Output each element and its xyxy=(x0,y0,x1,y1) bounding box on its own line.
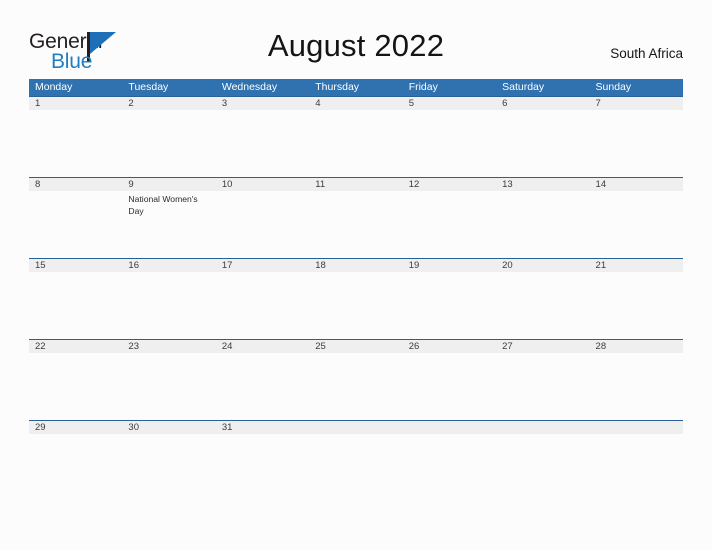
day-content-row xyxy=(29,353,683,420)
weekday-header-thursday: Thursday xyxy=(315,81,360,93)
day-cell[interactable] xyxy=(309,434,402,501)
day-cell[interactable] xyxy=(496,353,589,420)
day-number[interactable]: 26 xyxy=(403,340,496,353)
day-number[interactable]: 20 xyxy=(496,259,589,272)
day-number[interactable]: 30 xyxy=(122,421,215,434)
day-number-row: 22 23 24 25 26 27 28 xyxy=(29,340,683,353)
day-cell[interactable] xyxy=(496,110,589,177)
day-number[interactable]: 16 xyxy=(122,259,215,272)
day-number-row: 8 9 10 11 12 13 14 xyxy=(29,178,683,191)
day-number[interactable]: 19 xyxy=(403,259,496,272)
weekday-header-sunday: Sunday xyxy=(595,81,632,93)
calendar-week-row: 1234567 xyxy=(29,96,683,177)
day-cell[interactable] xyxy=(309,110,402,177)
day-cell[interactable] xyxy=(216,434,309,501)
day-number[interactable]: 22 xyxy=(29,340,122,353)
day-number[interactable]: 8 xyxy=(29,178,122,191)
country-label: South Africa xyxy=(610,46,683,61)
day-number[interactable]: 10 xyxy=(216,178,309,191)
day-cell[interactable] xyxy=(216,353,309,420)
day-number[interactable]: 9 xyxy=(122,178,215,191)
day-cell[interactable] xyxy=(496,434,589,501)
day-cell[interactable] xyxy=(29,191,122,258)
day-cell[interactable] xyxy=(403,272,496,339)
day-number-empty xyxy=(309,421,402,434)
weekday-header-row: Monday Tuesday Wednesday Thursday Friday Satu… xyxy=(29,79,683,96)
day-cell[interactable] xyxy=(122,353,215,420)
weekday-header-tuesday: Tuesday xyxy=(128,81,169,93)
day-number[interactable]: 25 xyxy=(309,340,402,353)
day-number[interactable]: 28 xyxy=(590,340,683,353)
day-number[interactable]: 5 xyxy=(403,97,496,110)
day-cell[interactable] xyxy=(309,353,402,420)
day-number-row: 29 30 31 xyxy=(29,421,683,434)
calendar-week-row: 22 23 24 25 26 27 28 xyxy=(29,339,683,420)
day-content-row xyxy=(29,434,683,501)
weekday-header-monday: Monday xyxy=(35,81,73,93)
day-number[interactable]: 2 xyxy=(122,97,215,110)
day-cell[interactable] xyxy=(496,272,589,339)
day-content-row xyxy=(29,110,683,177)
day-cell[interactable] xyxy=(590,272,683,339)
day-cell[interactable]: National Women's Day xyxy=(122,191,215,258)
day-cell[interactable] xyxy=(309,272,402,339)
weekday-header-friday: Friday xyxy=(408,81,438,93)
day-number-row: 1234567 xyxy=(29,97,683,110)
day-cell[interactable] xyxy=(122,434,215,501)
page-title: August 2022 xyxy=(267,28,445,63)
day-cell[interactable] xyxy=(216,272,309,339)
day-number-empty xyxy=(590,421,683,434)
day-cell[interactable] xyxy=(403,434,496,501)
day-number[interactable]: 12 xyxy=(403,178,496,191)
day-number[interactable]: 3 xyxy=(216,97,309,110)
day-number-row: 15 16 17 18 19 20 21 xyxy=(29,259,683,272)
day-number[interactable]: 13 xyxy=(496,178,589,191)
day-number[interactable]: 7 xyxy=(590,97,683,110)
day-cell[interactable] xyxy=(403,110,496,177)
day-cell[interactable] xyxy=(29,110,122,177)
day-number-empty xyxy=(496,421,589,434)
weekday-header-wednesday: Wednesday xyxy=(221,81,278,93)
day-cell[interactable] xyxy=(29,353,122,420)
day-cell[interactable] xyxy=(29,434,122,501)
day-cell[interactable] xyxy=(29,272,122,339)
day-cell[interactable] xyxy=(216,191,309,258)
day-number[interactable]: 11 xyxy=(309,178,402,191)
calendar-grid: Monday Tuesday Wednesday Thursday Friday Satu… xyxy=(29,79,683,501)
day-number[interactable]: 24 xyxy=(216,340,309,353)
day-cell[interactable] xyxy=(590,353,683,420)
day-number[interactable]: 21 xyxy=(590,259,683,272)
day-cell[interactable] xyxy=(590,434,683,501)
day-cell[interactable] xyxy=(496,191,589,258)
day-number[interactable]: 4 xyxy=(309,97,402,110)
day-number[interactable]: 15 xyxy=(29,259,122,272)
page-header: General Blue August 2022 South Africa xyxy=(0,0,712,79)
day-number[interactable]: 1 xyxy=(29,97,122,110)
calendar-week-row: 29 30 31 xyxy=(29,420,683,501)
calendar-week-row: 15 16 17 18 19 20 21 xyxy=(29,258,683,339)
event-label: National Women's Day xyxy=(128,194,198,216)
day-cell[interactable] xyxy=(590,191,683,258)
weekday-header-saturday: Saturday xyxy=(502,81,545,93)
day-cell[interactable] xyxy=(122,272,215,339)
day-number[interactable]: 6 xyxy=(496,97,589,110)
day-cell[interactable] xyxy=(403,191,496,258)
day-number[interactable]: 17 xyxy=(216,259,309,272)
day-cell[interactable] xyxy=(403,353,496,420)
calendar-body: 1 2 3 4 5 6 7 8 9 10 11 12 13 14 National Women's Day 1… xyxy=(29,96,683,501)
day-number[interactable]: 18 xyxy=(309,259,402,272)
day-content-row: National Women's Day xyxy=(29,191,683,258)
day-number-empty xyxy=(403,421,496,434)
calendar-week-row: 8 9 10 11 12 13 14 National Women's Day xyxy=(29,177,683,258)
day-content-row xyxy=(29,272,683,339)
day-number[interactable]: 29 xyxy=(29,421,122,434)
day-number[interactable]: 23 xyxy=(122,340,215,353)
day-number[interactable]: 14 xyxy=(590,178,683,191)
day-cell[interactable] xyxy=(122,110,215,177)
day-cell[interactable] xyxy=(309,191,402,258)
day-cell[interactable] xyxy=(216,110,309,177)
day-cell[interactable] xyxy=(590,110,683,177)
day-number[interactable]: 27 xyxy=(496,340,589,353)
day-number[interactable]: 31 xyxy=(216,421,309,434)
